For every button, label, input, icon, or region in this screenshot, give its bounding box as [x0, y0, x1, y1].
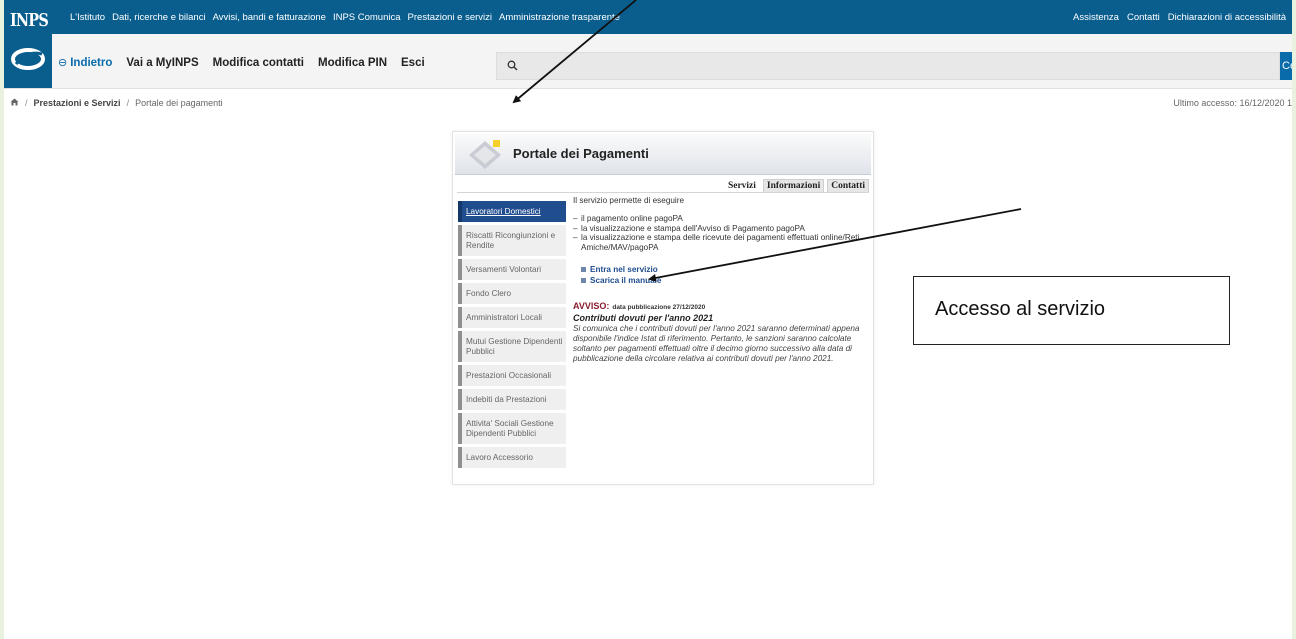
logo-text: INPS	[10, 10, 49, 31]
screenshot-frame: L'Istituto Dati, ricerche e bilanci Avvi…	[0, 0, 1296, 639]
browser-page: L'Istituto Dati, ricerche e bilanci Avvi…	[4, 0, 1292, 639]
arrow-to-service-link	[648, 208, 1022, 282]
inps-logo[interactable]: INPS	[4, 0, 52, 88]
logo-swoosh-icon	[11, 48, 45, 70]
arrow-to-breadcrumb	[512, 0, 637, 104]
annotation-arrows	[512, 0, 1022, 282]
